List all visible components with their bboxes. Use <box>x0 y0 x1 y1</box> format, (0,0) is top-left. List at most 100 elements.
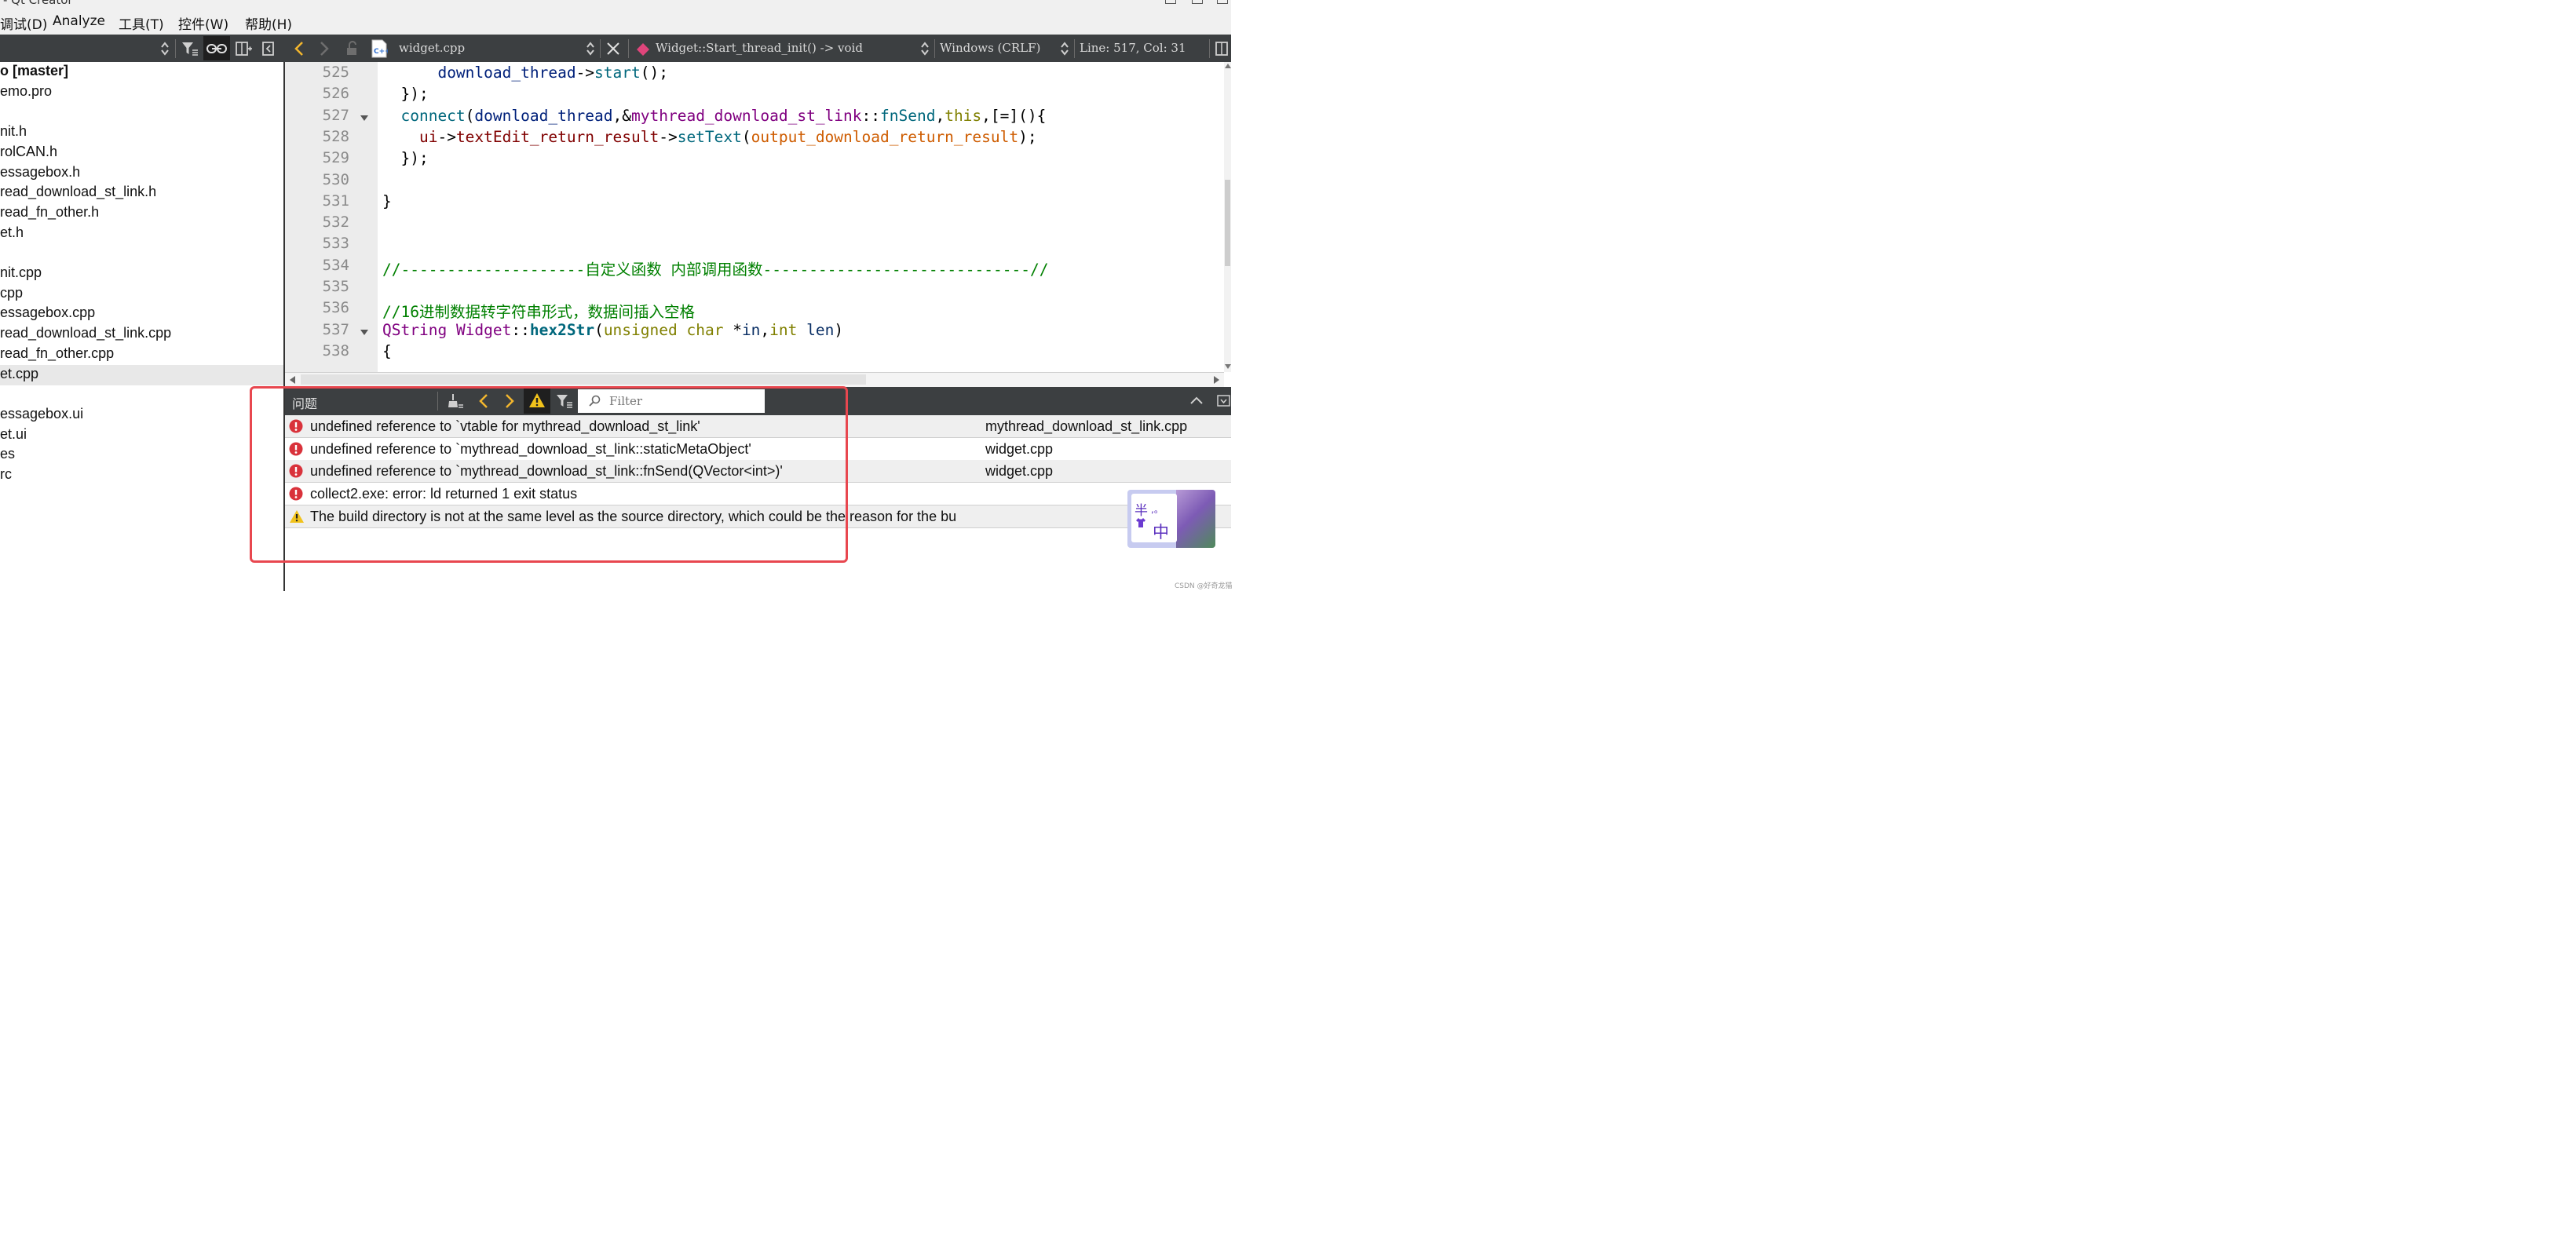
tree-item-label: read_download_st_link.h <box>0 184 157 200</box>
code-line[interactable]: //16进制数据转字符串形式，数据间插入空格 <box>382 299 695 322</box>
tree-item[interactable]: rc <box>0 465 284 486</box>
function-scope[interactable]: Widget::Start_thread_init() -> void <box>656 41 863 55</box>
tree-item[interactable]: read_download_st_link.cpp <box>0 324 284 345</box>
tree-item[interactable]: read_fn_other.h <box>0 203 284 224</box>
code-token: start <box>594 64 641 82</box>
tree-item[interactable]: nit.cpp <box>0 264 284 284</box>
horizontal-scrollbar[interactable] <box>285 372 1224 387</box>
code-token: { <box>382 341 392 360</box>
code-token: this <box>945 106 982 125</box>
split-editor-icon[interactable] <box>1215 41 1231 57</box>
current-file-name[interactable]: widget.cpp <box>399 41 465 55</box>
back-arrow-icon[interactable] <box>294 41 305 57</box>
code-line[interactable]: { <box>382 342 392 360</box>
tree-item[interactable] <box>0 243 284 264</box>
close-icon[interactable] <box>1217 0 1228 4</box>
title-bar: - Qt Creator <box>0 0 1231 9</box>
minimize-icon[interactable] <box>1165 0 1176 4</box>
tree-item[interactable]: rolCAN.h <box>0 143 284 163</box>
fold-marker-icon[interactable] <box>360 115 368 121</box>
line-number: 531 <box>322 192 349 210</box>
code-token: ui <box>418 127 438 146</box>
tree-item[interactable]: es <box>0 445 284 465</box>
tree-item-label: nit.cpp <box>0 265 42 280</box>
close-document-icon[interactable] <box>606 42 620 56</box>
tree-item[interactable]: et.ui <box>0 425 284 446</box>
tree-item[interactable]: read_fn_other.cpp <box>0 345 284 365</box>
line-number: 532 <box>322 213 349 232</box>
tree-item[interactable]: essagebox.h <box>0 163 284 184</box>
menu-help[interactable]: 帮助(H) <box>245 13 292 33</box>
code-line[interactable]: QString Widget::hex2Str(unsigned char *i… <box>382 321 843 339</box>
close-sidebar-icon[interactable] <box>262 41 275 57</box>
tree-item[interactable]: essagebox.ui <box>0 405 284 425</box>
tree-item[interactable]: essagebox.cpp <box>0 304 284 324</box>
tree-item[interactable]: cpp <box>0 284 284 305</box>
project-tree: o [master] emo.pro nit.h rolCAN.h essagebox.… <box>0 62 284 591</box>
line-number: 534 <box>322 256 349 274</box>
updown-arrows-icon[interactable] <box>160 42 170 56</box>
code-token: //--------------------自定义函数 内部调用函数------… <box>382 260 1049 279</box>
maximize-icon[interactable] <box>1192 0 1203 4</box>
code-line[interactable]: ui->textEdit_return_result->setText(outp… <box>382 128 1037 146</box>
tree-item[interactable]: nit.h <box>0 122 284 143</box>
line-number: 530 <box>322 170 349 188</box>
maximize-pane-icon[interactable] <box>1189 396 1204 405</box>
tree-item[interactable]: o [master] <box>0 62 284 82</box>
code-token: char <box>686 320 724 339</box>
tree-item-label: es <box>0 446 16 462</box>
scope-selector-arrows-icon[interactable] <box>920 42 930 56</box>
code-line[interactable]: }); <box>382 85 428 103</box>
code-line[interactable]: connect(download_thread,&mythread_downlo… <box>382 107 1046 125</box>
shirt-icon <box>1136 518 1145 527</box>
issue-file: widget.cpp <box>985 440 1054 457</box>
tree-item[interactable]: emo.pro <box>0 82 284 103</box>
menu-analyze[interactable]: Analyze <box>53 13 105 29</box>
code-token: ( <box>741 127 751 146</box>
line-number: 528 <box>322 127 349 145</box>
tree-item[interactable] <box>0 385 284 405</box>
split-icon[interactable] <box>236 41 253 57</box>
fold-marker-icon[interactable] <box>360 329 368 335</box>
ime-status-badge[interactable]: 半 ,。 中 <box>1127 490 1215 548</box>
svg-text:C++: C++ <box>374 48 388 56</box>
code-token: -> <box>437 127 456 146</box>
line-number: 538 <box>322 341 349 359</box>
cursor-position[interactable]: Line: 517, Col: 31 <box>1080 41 1186 55</box>
code-token: , <box>935 106 945 125</box>
code-line[interactable]: }); <box>382 149 428 167</box>
window-controls[interactable] <box>1160 0 1231 9</box>
menu-debug[interactable]: 调试(D) <box>0 13 47 33</box>
line-number: 535 <box>322 278 349 295</box>
file-selector-arrows-icon[interactable] <box>586 42 595 56</box>
tree-item-label: et.ui <box>0 425 27 442</box>
forward-arrow-icon[interactable] <box>319 41 330 57</box>
code-editor[interactable]: download_thread->start(); }); connect(do… <box>378 62 1224 372</box>
code-line[interactable]: download_thread->start(); <box>382 64 668 82</box>
tree-item-label: nit.h <box>0 123 27 140</box>
close-pane-icon[interactable] <box>1217 395 1231 407</box>
tree-item-label: et.h <box>0 224 24 240</box>
code-line[interactable]: } <box>382 192 392 210</box>
line-ending-arrows-icon[interactable] <box>1060 42 1069 56</box>
ime-half-width-char: 半 <box>1135 503 1148 519</box>
code-token: int <box>769 320 798 339</box>
vertical-scrollbar[interactable] <box>1224 62 1231 372</box>
tree-item[interactable] <box>0 102 284 122</box>
code-token: ); <box>1018 127 1037 146</box>
menu-controls[interactable]: 控件(W) <box>178 13 228 33</box>
code-token: mythread_download_st_link <box>631 106 862 125</box>
line-ending[interactable]: Windows (CRLF) <box>940 41 1040 55</box>
tree-item[interactable]: read_download_st_link.h <box>0 183 284 203</box>
menu-tools[interactable]: 工具(T) <box>119 13 164 33</box>
filter-icon[interactable] <box>181 42 199 56</box>
tree-item[interactable]: et.cpp <box>0 364 284 385</box>
code-line[interactable]: //--------------------自定义函数 内部调用函数------… <box>382 257 1048 279</box>
code-token: textEdit_return_result <box>455 127 660 146</box>
issue-file: mythread_download_st_link.cpp <box>985 418 1188 434</box>
tree-item[interactable]: et.h <box>0 224 284 244</box>
link-icon[interactable] <box>206 42 227 56</box>
tree-item-label: read_fn_other.cpp <box>0 345 115 361</box>
code-token: } <box>382 192 392 210</box>
